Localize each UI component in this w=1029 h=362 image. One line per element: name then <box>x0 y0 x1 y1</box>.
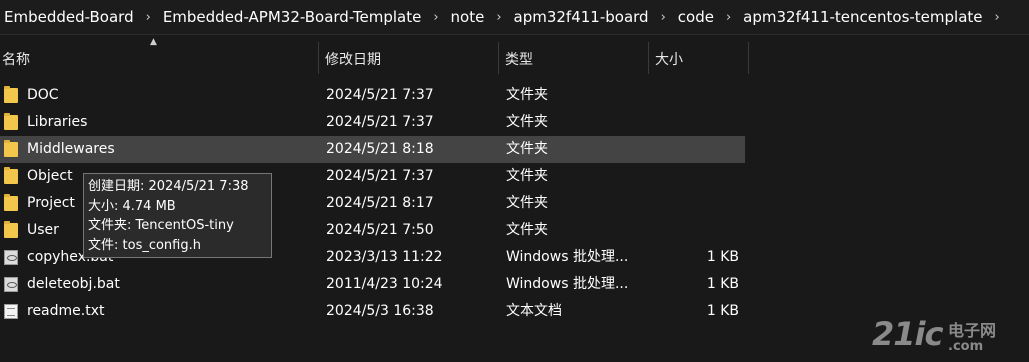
file-date: 2024/5/21 7:37 <box>326 168 434 184</box>
file-type: 文件夹 <box>506 114 548 130</box>
tooltip-folders: 文件夹: TencentOS-tiny <box>88 218 234 233</box>
file-type: Windows 批处理... <box>506 276 629 292</box>
chevron-right-icon[interactable]: › <box>136 10 161 25</box>
column-header: ▲ 名称 修改日期 类型 大小 <box>0 37 749 74</box>
folder-icon <box>4 221 18 238</box>
breadcrumb-item-apm32f411-board[interactable]: apm32f411-board <box>512 8 651 26</box>
watermark-logo: 21ic 电子网 .com <box>872 315 1022 359</box>
file-name: User <box>27 222 59 238</box>
column-header-date[interactable]: 修改日期 <box>319 42 499 74</box>
breadcrumb-item-note[interactable]: note <box>449 8 487 26</box>
file-type: 文件夹 <box>506 141 548 157</box>
folder-icon <box>4 167 18 184</box>
tooltip-created-date: 创建日期: 2024/5/21 7:38 <box>88 179 249 194</box>
chevron-right-icon[interactable]: › <box>651 10 676 25</box>
folder-icon <box>4 113 18 130</box>
file-name: Middlewares <box>27 141 115 157</box>
file-row-doc[interactable]: DOC 2024/5/21 7:37 文件夹 <box>0 82 745 109</box>
breadcrumb-item-code[interactable]: code <box>676 8 716 26</box>
file-type: 文件夹 <box>506 222 548 238</box>
file-type: 文件夹 <box>506 195 548 211</box>
column-header-type-label: 类型 <box>505 52 533 68</box>
folder-icon <box>4 140 18 157</box>
chevron-right-icon[interactable]: › <box>423 10 448 25</box>
file-size: 1 KB <box>706 303 739 319</box>
file-name: deleteobj.bat <box>27 276 120 292</box>
batch-file-icon <box>4 277 18 292</box>
file-name: Object <box>27 168 73 184</box>
file-type: 文件夹 <box>506 168 548 184</box>
tooltip-files: 文件: tos_config.h <box>88 237 201 253</box>
file-name: readme.txt <box>27 303 105 319</box>
file-type: Windows 批处理... <box>506 249 629 265</box>
file-row-libraries[interactable]: Libraries 2024/5/21 7:37 文件夹 <box>0 109 745 136</box>
column-header-date-label: 修改日期 <box>325 52 381 68</box>
breadcrumb-item-embedded-apm32-board-template[interactable]: Embedded-APM32-Board-Template <box>161 8 424 26</box>
folder-icon <box>4 194 18 211</box>
breadcrumb: Embedded-Board › Embedded-APM32-Board-Te… <box>0 0 1029 35</box>
file-name: DOC <box>27 87 59 103</box>
file-size: 1 KB <box>706 249 739 265</box>
file-type: 文本文档 <box>506 303 562 319</box>
tooltip-size: 大小: 4.74 MB <box>88 198 176 214</box>
column-header-size-label: 大小 <box>655 52 683 68</box>
column-header-name[interactable]: ▲ 名称 <box>0 37 319 74</box>
file-row-middlewares[interactable]: Middlewares 2024/5/21 8:18 文件夹 <box>0 136 745 163</box>
chevron-right-icon[interactable]: › <box>985 10 1010 25</box>
file-date: 2024/5/21 7:50 <box>326 222 434 238</box>
file-date: 2024/5/21 8:17 <box>326 195 434 211</box>
file-size: 1 KB <box>706 276 739 292</box>
text-file-icon <box>4 304 18 319</box>
file-date: 2024/5/21 7:37 <box>326 114 434 130</box>
column-header-name-label: 名称 <box>2 52 30 68</box>
breadcrumb-item-current-folder[interactable]: apm32f411-tencentos-template <box>741 8 984 26</box>
batch-file-icon <box>4 250 18 265</box>
file-row-readme[interactable]: readme.txt 2024/5/3 16:38 文本文档 1 KB <box>0 298 745 325</box>
chevron-up-icon: ▲ <box>150 37 157 47</box>
file-date: 2024/5/21 8:18 <box>326 141 434 157</box>
file-date: 2024/5/3 16:38 <box>326 303 434 319</box>
folder-info-tooltip: 创建日期: 2024/5/21 7:38 大小: 4.74 MB 文件夹: Te… <box>83 173 272 258</box>
column-header-type[interactable]: 类型 <box>499 42 649 74</box>
watermark-main: 21ic <box>872 315 943 353</box>
file-date: 2024/5/21 7:37 <box>326 87 434 103</box>
file-date: 2023/3/13 11:22 <box>326 249 443 265</box>
file-row-deleteobj[interactable]: deleteobj.bat 2011/4/23 10:24 Windows 批处… <box>0 271 745 298</box>
watermark-cn: 电子网 <box>948 321 997 340</box>
file-name: Project <box>27 195 75 211</box>
file-type: 文件夹 <box>506 87 548 103</box>
chevron-right-icon[interactable]: › <box>716 10 741 25</box>
breadcrumb-item-embedded-board[interactable]: Embedded-Board <box>0 8 136 26</box>
folder-icon <box>4 86 18 103</box>
file-name: Libraries <box>27 114 88 130</box>
watermark-domain: .com <box>948 339 984 354</box>
chevron-right-icon[interactable]: › <box>486 10 511 25</box>
file-date: 2011/4/23 10:24 <box>326 276 443 292</box>
column-header-size[interactable]: 大小 <box>649 42 749 74</box>
